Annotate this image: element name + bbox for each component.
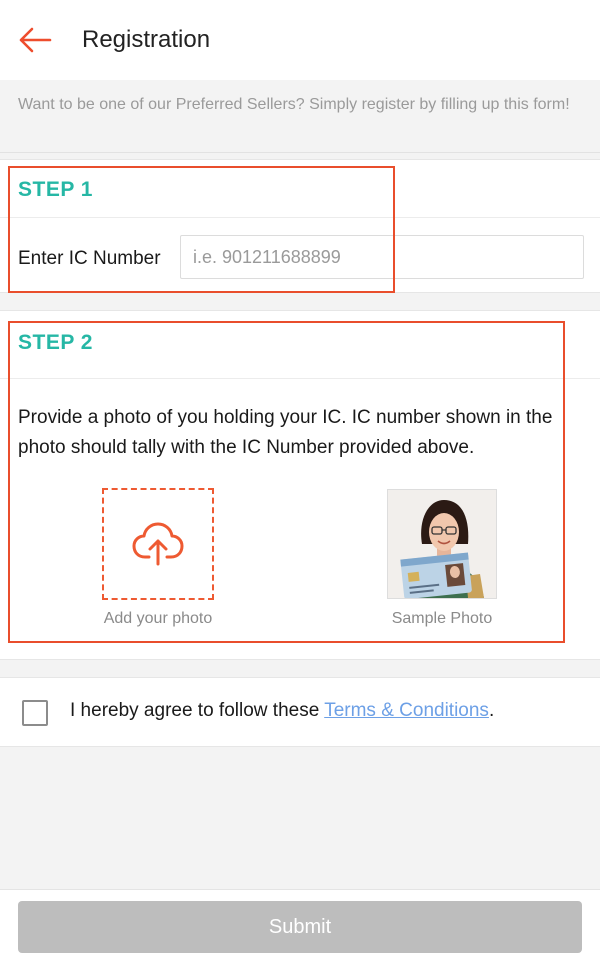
terms-agreement-prefix: I hereby agree to follow these bbox=[70, 700, 325, 721]
sample-photo-image bbox=[387, 489, 497, 599]
registration-notice: Want to be one of our Preferred Sellers?… bbox=[0, 80, 600, 153]
step2-title: STEP 2 bbox=[18, 331, 93, 354]
add-photo-label: Add your photo bbox=[103, 610, 213, 627]
bottom-action-bar: Submit bbox=[0, 889, 600, 958]
app-header: Registration bbox=[0, 0, 600, 80]
arrow-left-icon bbox=[19, 27, 52, 53]
terms-checkbox[interactable] bbox=[22, 700, 48, 726]
sample-photo-label: Sample Photo bbox=[391, 610, 493, 627]
step2-section: STEP 2 Provide a photo of you holding yo… bbox=[0, 310, 600, 660]
step1-title: STEP 1 bbox=[18, 178, 93, 201]
terms-agreement-text: I hereby agree to follow these Terms & C… bbox=[70, 700, 494, 722]
step1-section: STEP 1 Enter IC Number bbox=[0, 159, 600, 293]
terms-conditions-link[interactable]: Terms & Conditions bbox=[324, 700, 489, 721]
ic-number-input[interactable] bbox=[180, 235, 584, 279]
step2-divider bbox=[0, 378, 600, 379]
page-title: Registration bbox=[82, 26, 211, 53]
terms-agreement-suffix: . bbox=[488, 700, 495, 721]
submit-button[interactable]: Submit bbox=[18, 901, 582, 953]
cloud-upload-icon bbox=[132, 522, 184, 566]
back-button[interactable] bbox=[15, 20, 55, 60]
step2-description: Provide a photo of you holding your IC. … bbox=[18, 407, 553, 458]
terms-agreement-row: I hereby agree to follow these Terms & C… bbox=[0, 677, 600, 747]
ic-number-label: Enter IC Number bbox=[18, 248, 161, 269]
add-photo-button[interactable] bbox=[102, 488, 214, 600]
step1-divider bbox=[0, 217, 600, 218]
